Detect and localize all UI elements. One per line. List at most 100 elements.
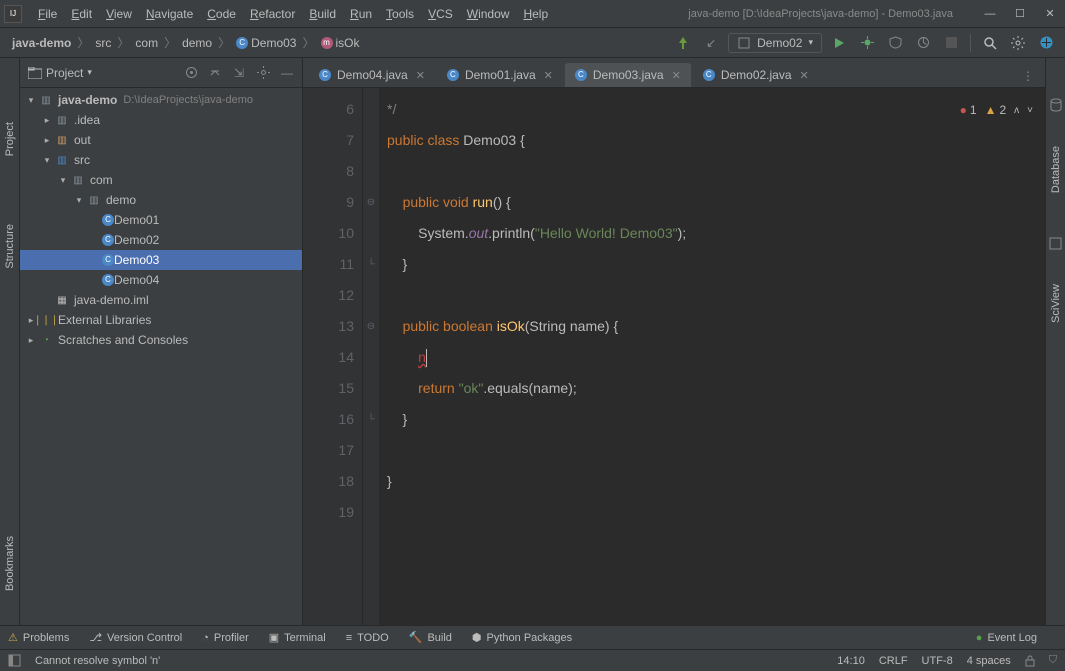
line-number[interactable]: 9	[303, 187, 354, 218]
bottom-tool-terminal[interactable]: ▣Terminal	[269, 631, 326, 644]
indent[interactable]: 4 spaces	[967, 655, 1011, 667]
close-tab-icon[interactable]: ✕	[416, 69, 425, 82]
line-number[interactable]: 15	[303, 373, 354, 404]
line-number[interactable]: 12	[303, 280, 354, 311]
tree-item-src[interactable]: ▾▥src	[20, 150, 302, 170]
collapse-all-icon[interactable]: ⇲	[232, 66, 246, 80]
line-number[interactable]: 7	[303, 125, 354, 156]
editor-tab-demo01-java[interactable]: CDemo01.java✕	[437, 63, 563, 87]
close-tab-icon[interactable]: ✕	[544, 69, 553, 82]
chevron-down-icon[interactable]: ▾	[87, 67, 92, 78]
code-line[interactable]: public void run() {	[387, 187, 1037, 218]
tree-item-com[interactable]: ▾▥com	[20, 170, 302, 190]
tree-arrow[interactable]: ▸	[40, 135, 54, 146]
editor-tab-demo03-java[interactable]: CDemo03.java✕	[565, 63, 691, 87]
tree-item--idea[interactable]: ▸▥.idea	[20, 110, 302, 130]
breadcrumb-demo03[interactable]: CDemo03	[232, 34, 300, 52]
code-content[interactable]: ●1 ▲2 ʌ ˅ */public class Demo03 { public…	[379, 88, 1045, 625]
line-number[interactable]: 17	[303, 435, 354, 466]
menu-run[interactable]: Run	[344, 4, 378, 24]
fold-marker[interactable]: └	[363, 249, 379, 280]
bottom-tool-build[interactable]: 🔨Build	[409, 631, 452, 644]
code-line[interactable]: }	[387, 249, 1037, 280]
profiler-button[interactable]	[912, 32, 934, 54]
hide-panel-icon[interactable]: —	[280, 66, 294, 80]
breadcrumb-demo[interactable]: demo	[178, 34, 216, 52]
run-button[interactable]	[828, 32, 850, 54]
menu-navigate[interactable]: Navigate	[140, 4, 199, 24]
tree-arrow[interactable]: ▸	[40, 115, 54, 126]
tree-item-demo01[interactable]: CDemo01	[20, 210, 302, 230]
code-line[interactable]: System.out.println("Hello World! Demo03"…	[387, 218, 1037, 249]
caret-position[interactable]: 14:10	[837, 655, 865, 667]
project-tree[interactable]: ▾▥java-demoD:\IdeaProjects\java-demo▸▥.i…	[20, 88, 302, 625]
tree-item-scratches-and-consoles[interactable]: ▸◔Scratches and Consoles	[20, 330, 302, 350]
bottom-tool-profiler[interactable]: ◔Profiler	[202, 632, 249, 644]
expand-all-icon[interactable]	[208, 66, 222, 80]
run-configuration-select[interactable]: Demo02 ▾	[728, 33, 822, 53]
tree-arrow[interactable]: ▾	[72, 195, 86, 206]
fold-gutter[interactable]: ⊖ └ ⊖ └	[363, 88, 379, 625]
line-number[interactable]: 14	[303, 342, 354, 373]
tool-tab-bookmarks[interactable]: Bookmarks	[2, 532, 18, 595]
sciview-icon[interactable]	[1049, 237, 1062, 250]
coverage-button[interactable]	[884, 32, 906, 54]
line-separator[interactable]: CRLF	[879, 655, 908, 667]
code-line[interactable]: }	[387, 466, 1037, 497]
bottom-tool-todo[interactable]: ≡TODO	[346, 632, 389, 644]
line-number[interactable]: 19	[303, 497, 354, 528]
tree-arrow[interactable]: ▾	[56, 175, 70, 186]
vcs-commit-icon[interactable]: ↙	[700, 32, 722, 54]
encoding[interactable]: UTF-8	[922, 655, 953, 667]
tree-arrow[interactable]: ▾	[24, 95, 38, 106]
readonly-toggle-icon[interactable]	[1025, 655, 1035, 667]
tree-item-external-libraries[interactable]: ▸❘❘❘External Libraries	[20, 310, 302, 330]
line-number[interactable]: 6	[303, 94, 354, 125]
fold-marker[interactable]: ⊖	[363, 311, 379, 342]
inspection-status[interactable]: ●1 ▲2 ʌ ˅	[956, 94, 1037, 127]
project-panel-title[interactable]: Project	[46, 66, 83, 80]
line-number[interactable]: 11	[303, 249, 354, 280]
close-tab-icon[interactable]: ✕	[800, 69, 809, 82]
code-line[interactable]	[387, 435, 1037, 466]
tool-tab-database[interactable]: Database	[1048, 142, 1064, 197]
editor-tab-demo02-java[interactable]: CDemo02.java✕	[693, 63, 819, 87]
bottom-tool-python-packages[interactable]: ⬢Python Packages	[472, 631, 572, 644]
breadcrumb-java-demo[interactable]: java-demo	[8, 34, 75, 52]
database-icon[interactable]	[1049, 98, 1063, 112]
menu-vcs[interactable]: VCS	[422, 4, 459, 24]
code-line[interactable]: n	[387, 342, 1037, 373]
tree-item-demo02[interactable]: CDemo02	[20, 230, 302, 250]
select-opened-icon[interactable]	[184, 66, 198, 80]
bottom-tool-version-control[interactable]: ⎇Version Control	[89, 631, 182, 644]
vcs-update-icon[interactable]	[672, 32, 694, 54]
tree-item-out[interactable]: ▸▥out	[20, 130, 302, 150]
stop-button[interactable]	[940, 32, 962, 54]
breadcrumb-isok[interactable]: misOk	[317, 34, 364, 52]
sciview-button[interactable]	[1035, 32, 1057, 54]
tool-window-quick-icon[interactable]	[8, 654, 21, 667]
menu-refactor[interactable]: Refactor	[244, 4, 301, 24]
close-tab-icon[interactable]: ✕	[672, 69, 681, 82]
code-line[interactable]	[387, 280, 1037, 311]
fold-marker[interactable]: ⊖	[363, 187, 379, 218]
tree-item-demo03[interactable]: CDemo03	[20, 250, 302, 270]
prev-highlight-icon[interactable]: ʌ	[1014, 95, 1019, 126]
tool-tab-structure[interactable]: Structure	[2, 220, 18, 273]
tool-tab-project[interactable]: Project	[2, 118, 18, 160]
line-number[interactable]: 10	[303, 218, 354, 249]
code-line[interactable]	[387, 497, 1037, 528]
debug-button[interactable]	[856, 32, 878, 54]
minimize-button[interactable]: —	[979, 3, 1001, 25]
close-button[interactable]: ✕	[1039, 3, 1061, 25]
code-line[interactable]: public class Demo03 {	[387, 125, 1037, 156]
line-number[interactable]: 18	[303, 466, 354, 497]
tree-item-demo04[interactable]: CDemo04	[20, 270, 302, 290]
menu-tools[interactable]: Tools	[380, 4, 420, 24]
bottom-tool-problems[interactable]: ⚠Problems	[8, 631, 69, 644]
tree-arrow[interactable]: ▸	[24, 335, 38, 346]
menu-view[interactable]: View	[100, 4, 138, 24]
code-editor[interactable]: 678910111213141516171819 ⊖ └ ⊖ └ ●1 ▲2 ʌ…	[303, 88, 1045, 625]
search-icon[interactable]	[979, 32, 1001, 54]
fold-marker[interactable]: └	[363, 404, 379, 435]
